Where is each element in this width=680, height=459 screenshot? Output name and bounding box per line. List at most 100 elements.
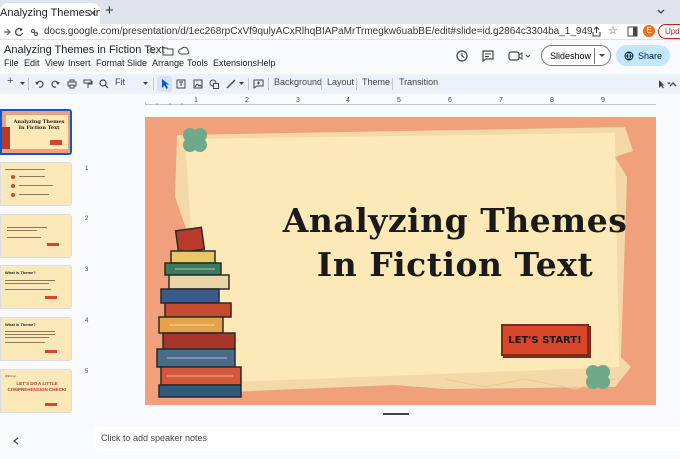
menu-tools[interactable]: Tools [187, 58, 208, 68]
slide-canvas[interactable]: Analyzing Themes In Fiction Text LET'S S… [145, 117, 656, 405]
zoom-dropdown-icon[interactable] [142, 81, 149, 86]
ruler-tick-label: 3 [296, 97, 300, 104]
menu-view[interactable]: View [45, 58, 64, 68]
meet-call-icon[interactable] [508, 49, 532, 63]
document-title-text: Analyzing Themes in Fiction Text [4, 44, 165, 56]
ruler-tick-label: 7 [499, 97, 503, 104]
notes-resize-handle[interactable] [383, 413, 409, 415]
print-icon[interactable] [67, 79, 77, 89]
slide-thumbnail-4[interactable]: What is Theme? [0, 265, 72, 309]
forward-icon[interactable] [2, 27, 12, 37]
tab-title: Analyzing Themes in Fiction Te [0, 7, 100, 19]
menu-file[interactable]: File [4, 58, 19, 68]
menu-edit[interactable]: Edit [24, 58, 40, 68]
ruler-tick-label: 1 [194, 97, 198, 104]
new-slide-dropdown-icon[interactable] [19, 81, 26, 86]
thumb-title: Analyzing Themes In Fiction Text [13, 119, 65, 131]
vertical-ruler[interactable] [84, 117, 92, 405]
document-title[interactable]: Analyzing Themes in Fiction Text [4, 44, 164, 56]
browser-tab[interactable]: Analyzing Themes in Fiction Te ✕ [0, 3, 100, 24]
clover-icon [183, 128, 207, 152]
reload-icon[interactable] [14, 27, 24, 37]
toolbar-separator [28, 78, 29, 90]
lets-start-button[interactable]: LET'S START! [501, 324, 589, 356]
add-comment-icon[interactable] [253, 79, 264, 89]
globe-icon [624, 51, 634, 61]
slideshow-divider [594, 48, 595, 64]
select-cursor-icon[interactable] [160, 78, 170, 90]
menu-slide[interactable]: Slide [127, 58, 147, 68]
thumb-books [2, 127, 10, 149]
thumb-heading: What is Theme? [5, 322, 36, 327]
url-field[interactable]: docs.google.com/presentation/d/1ec268rpC… [28, 25, 650, 40]
url-text: docs.google.com/presentation/d/1ec268rpC… [44, 26, 593, 37]
book-stack-illustration [156, 226, 242, 398]
new-tab-icon[interactable]: + [105, 3, 114, 18]
redo-icon[interactable] [51, 79, 61, 89]
tab-search-icon[interactable] [655, 6, 667, 18]
toolbar-separator [268, 78, 269, 90]
close-tab-icon[interactable]: ✕ [88, 7, 97, 20]
ruler-tick-label: 9 [601, 97, 605, 104]
menu-extensions[interactable]: Extensions [213, 58, 257, 68]
undo-icon[interactable] [34, 79, 44, 89]
zoom-select[interactable]: Fit [115, 77, 125, 87]
toolbar-separator [248, 78, 249, 90]
share-page-icon[interactable] [591, 26, 602, 37]
profile-avatar[interactable]: E [643, 25, 655, 37]
clover-icon [586, 365, 610, 389]
move-folder-icon[interactable] [162, 46, 174, 56]
paint-format-icon[interactable] [83, 79, 93, 89]
slideshow-button[interactable]: Slideshow [541, 45, 611, 66]
slide-thumbnail-1[interactable]: Analyzing Themes In Fiction Text [0, 109, 72, 155]
menu-help[interactable]: Help [257, 58, 276, 68]
comments-icon[interactable] [481, 49, 495, 63]
slide-thumbnail-3[interactable] [0, 214, 72, 258]
zoom-icon[interactable] [99, 79, 109, 89]
text-box-icon[interactable] [176, 79, 186, 89]
slide-thumbnail-6[interactable]: Wind up... LET'S DO A LITTLE COMPREHENSI… [0, 369, 72, 413]
collapse-filmstrip-icon[interactable] [12, 437, 20, 445]
update-button[interactable]: Upda [658, 24, 680, 39]
slide-title[interactable]: Analyzing Themes In Fiction Text [255, 199, 655, 287]
line-icon[interactable] [226, 79, 236, 89]
share-label: Share [637, 50, 663, 61]
insert-image-icon[interactable] [193, 79, 203, 89]
ruler-tick-label: 4 [346, 97, 350, 104]
address-bar-row: docs.google.com/presentation/d/1ec268rpC… [0, 24, 680, 40]
bookmark-star-icon[interactable]: ☆ [608, 24, 618, 37]
cloud-status-icon[interactable] [178, 46, 190, 56]
speaker-notes-placeholder: Click to add speaker notes [101, 433, 208, 443]
toolbar-separator [392, 78, 393, 90]
line-dropdown-icon[interactable] [238, 81, 245, 86]
star-icon[interactable]: ☆ [146, 44, 156, 57]
slideshow-dropdown-icon[interactable] [598, 53, 606, 59]
menu-format[interactable]: Format [96, 58, 125, 68]
background-button[interactable]: Background [274, 77, 322, 87]
menu-arrange[interactable]: Arrange [152, 58, 184, 68]
toolbar-separator [153, 78, 154, 90]
slide-filmstrip: Analyzing Themes In Fiction Text What is… [0, 95, 82, 459]
transition-button[interactable]: Transition [399, 77, 438, 87]
share-button[interactable]: Share [616, 45, 670, 66]
slide-title-line-1: Analyzing Themes [282, 201, 628, 240]
side-panel-icon[interactable] [627, 26, 638, 37]
thumb-subtitle: Wind up... [5, 374, 19, 378]
site-info-icon[interactable] [30, 28, 39, 37]
shape-icon[interactable] [209, 79, 220, 89]
slide-thumbnail-5[interactable]: What is Theme? [0, 317, 72, 361]
slideshow-label: Slideshow [550, 50, 592, 61]
menu-insert[interactable]: Insert [68, 58, 91, 68]
new-slide-icon[interactable]: + [7, 75, 13, 87]
theme-button[interactable]: Theme [362, 77, 390, 87]
collapse-toolbar-icon[interactable] [668, 79, 678, 89]
layout-button[interactable]: Layout [327, 77, 354, 87]
slide-title-line-2: In Fiction Text [316, 245, 594, 284]
toolbar-separator [356, 78, 357, 90]
speaker-notes[interactable]: Click to add speaker notes [93, 427, 680, 451]
slide-thumbnail-2[interactable] [0, 162, 72, 206]
thumb-button [50, 140, 62, 145]
thumb-heading: What is Theme? [5, 270, 36, 275]
ruler-tick-label: 5 [397, 97, 401, 104]
version-history-icon[interactable] [455, 49, 469, 63]
